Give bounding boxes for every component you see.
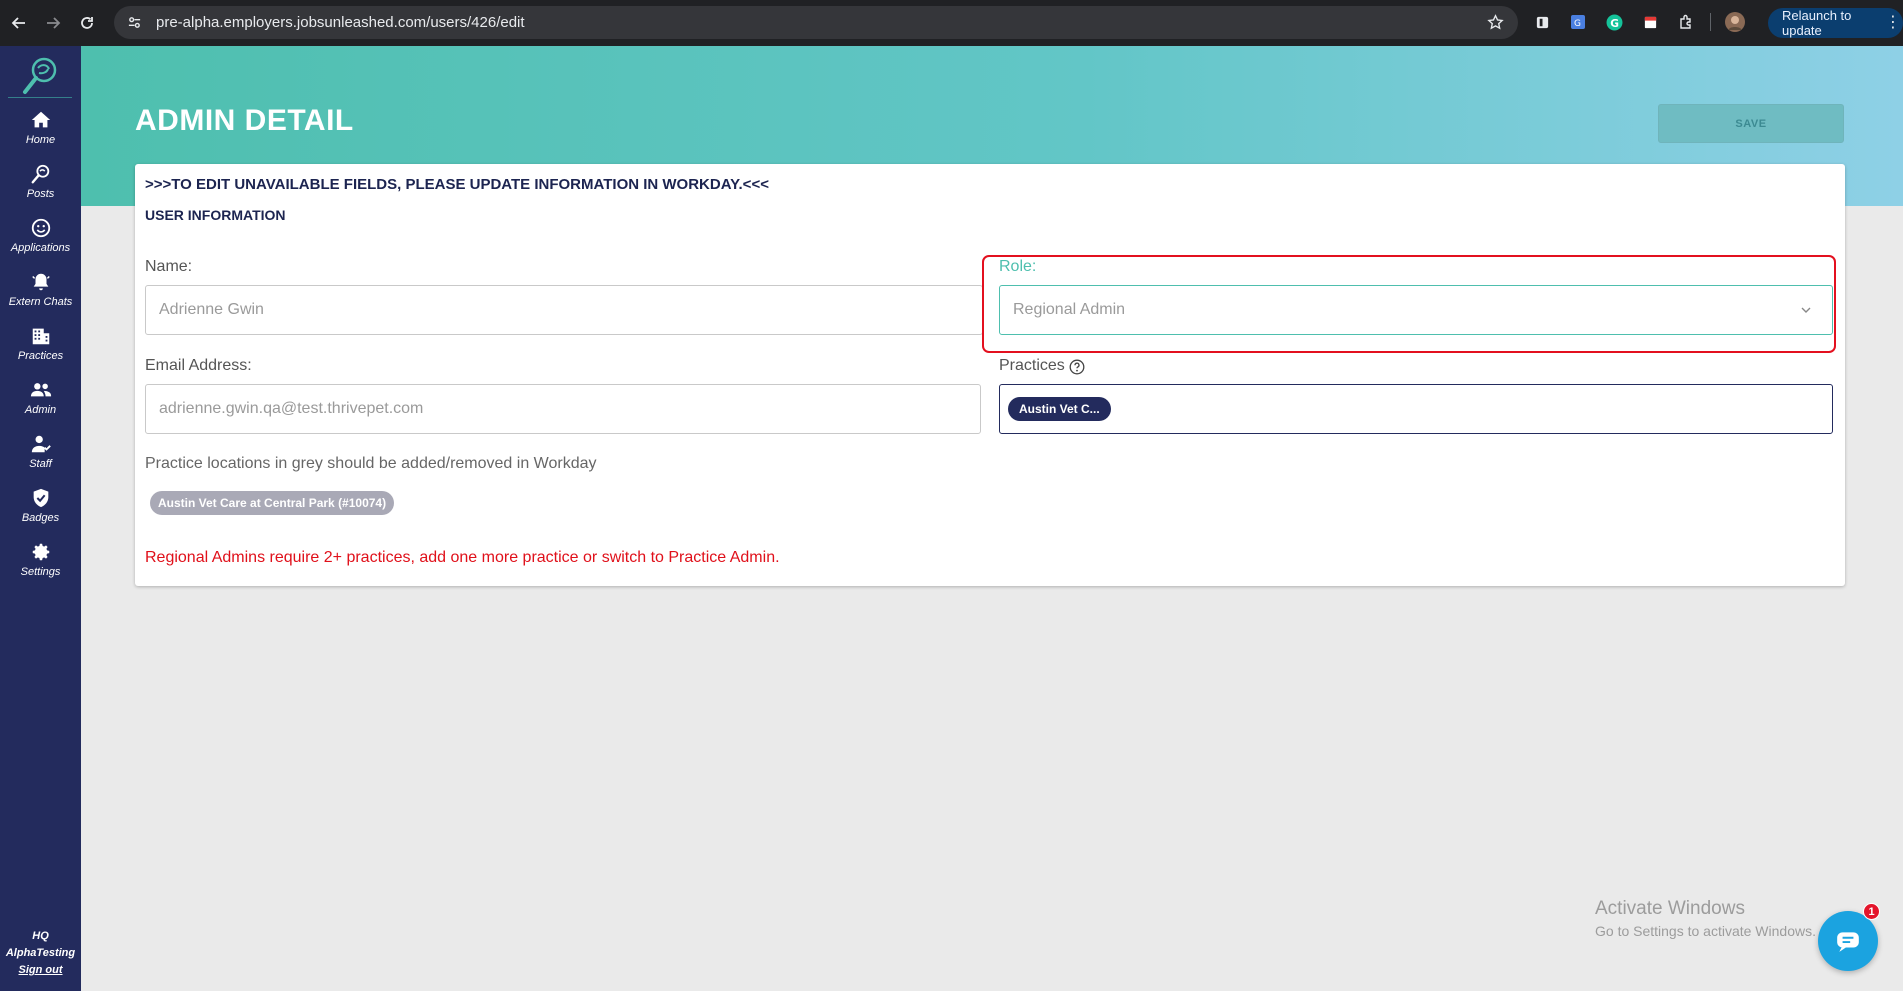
sidebar-item-applications[interactable]: Applications	[0, 217, 81, 267]
extensions-area: G G	[1530, 10, 1747, 34]
reload-icon	[81, 17, 93, 29]
shield-check-icon	[33, 488, 48, 508]
save-button[interactable]: SAVE	[1658, 104, 1844, 143]
people-icon	[30, 383, 51, 397]
smiley-icon	[31, 218, 50, 238]
browser-toolbar: pre-alpha.employers.jobsunleashed.com/us…	[0, 0, 1903, 46]
relaunch-button[interactable]: Relaunch to update	[1768, 8, 1903, 38]
reload-button[interactable]	[72, 8, 102, 38]
role-label: Role:	[999, 258, 1037, 275]
sidebar-label-settings: Settings	[20, 566, 61, 578]
practice-chip[interactable]: Austin Vet C...	[1008, 397, 1111, 421]
sidebar-label-badges: Badges	[21, 512, 60, 524]
translate-extension-icon[interactable]: G	[1566, 10, 1590, 34]
sidebar-footer: HQ AlphaTesting Sign out	[0, 928, 81, 979]
sidebar-label-extern-chats: Extern Chats	[8, 296, 73, 308]
sidebar-label-admin: Admin	[24, 404, 57, 416]
sidebar-label-practices: Practices	[17, 350, 64, 362]
email-field: adrienne.gwin.qa@test.thrivepet.com	[145, 384, 981, 434]
watermark-line2: Go to Settings to activate Windows.	[1595, 923, 1816, 939]
sidebar-item-badges[interactable]: Badges	[0, 487, 81, 537]
sidebar: Home Posts Applications Extern Chats Pra…	[0, 46, 81, 991]
page-title: ADMIN DETAIL	[135, 104, 354, 137]
reader-extension-icon[interactable]	[1530, 10, 1554, 34]
bell-icon	[31, 273, 50, 291]
svg-text:G: G	[1610, 16, 1619, 29]
calendar-extension-icon[interactable]	[1638, 10, 1662, 34]
sidebar-label-home: Home	[25, 134, 56, 146]
sidebar-label-applications: Applications	[10, 242, 71, 254]
app-logo-icon[interactable]	[20, 54, 60, 96]
sidebar-item-settings[interactable]: Settings	[0, 541, 81, 591]
address-bar[interactable]: pre-alpha.employers.jobsunleashed.com/us…	[114, 6, 1518, 39]
chat-launcher-button[interactable]	[1818, 911, 1878, 971]
grey-practices-hint: Practice locations in grey should be add…	[145, 455, 597, 472]
browser-menu-icon[interactable]: ⋮	[1885, 13, 1901, 33]
org-name-line1: HQ	[32, 930, 49, 942]
help-circle-icon[interactable]	[1069, 359, 1085, 375]
practices-select[interactable]: Austin Vet C...	[999, 384, 1833, 434]
sidebar-item-practices[interactable]: Practices	[0, 325, 81, 375]
workday-practice-chip: Austin Vet Care at Central Park (#10074)	[150, 491, 395, 515]
name-field: Adrienne Gwin	[145, 285, 983, 335]
validation-error: Regional Admins require 2+ practices, ad…	[145, 549, 780, 566]
profile-avatar[interactable]	[1723, 10, 1747, 34]
email-value: adrienne.gwin.qa@test.thrivepet.com	[159, 400, 424, 417]
practices-label: Practices	[999, 357, 1065, 374]
forward-button[interactable]	[38, 8, 68, 38]
sidebar-item-home[interactable]: Home	[0, 109, 81, 159]
sidebar-item-staff[interactable]: Staff	[0, 433, 81, 483]
workday-notice: >>>TO EDIT UNAVAILABLE FIELDS, PLEASE UP…	[145, 176, 769, 193]
url-text: pre-alpha.employers.jobsunleashed.com/us…	[156, 14, 525, 31]
sidebar-item-admin[interactable]: Admin	[0, 379, 81, 429]
sidebar-label-posts: Posts	[26, 188, 55, 200]
sidebar-item-posts[interactable]: Posts	[0, 163, 81, 213]
chat-unread-badge: 1	[1863, 903, 1880, 920]
watermark-line1: Activate Windows	[1595, 898, 1745, 919]
windows-activation-watermark: Activate Windows Go to Settings to activ…	[1595, 898, 1816, 939]
role-select[interactable]: Regional Admin	[999, 285, 1833, 335]
svg-text:G: G	[1574, 19, 1581, 29]
user-info-card: >>>TO EDIT UNAVAILABLE FIELDS, PLEASE UP…	[135, 164, 1845, 586]
posts-icon	[31, 164, 49, 184]
org-name-line2: AlphaTesting	[5, 947, 76, 959]
name-value: Adrienne Gwin	[159, 301, 264, 318]
site-settings-icon[interactable]	[126, 15, 142, 31]
chat-bubble-icon	[1837, 932, 1859, 952]
building-icon	[32, 328, 49, 345]
section-title: USER INFORMATION	[145, 207, 286, 223]
chevron-down-icon	[1801, 307, 1811, 313]
signout-link[interactable]: Sign out	[0, 962, 81, 979]
home-icon	[31, 111, 50, 128]
grammarly-extension-icon[interactable]: G	[1602, 10, 1626, 34]
role-value: Regional Admin	[1013, 301, 1126, 318]
staff-icon	[31, 435, 51, 453]
name-label: Name:	[145, 258, 193, 275]
back-button[interactable]	[4, 8, 34, 38]
back-arrow-icon	[11, 17, 25, 29]
extensions-puzzle-icon[interactable]	[1674, 10, 1698, 34]
gear-icon	[32, 543, 49, 561]
logo-divider	[8, 97, 72, 98]
email-label: Email Address:	[145, 357, 252, 374]
sidebar-label-staff: Staff	[29, 458, 52, 470]
forward-arrow-icon	[47, 17, 61, 29]
sidebar-item-extern-chats[interactable]: Extern Chats	[0, 271, 81, 321]
bookmark-star-icon[interactable]	[1487, 14, 1504, 31]
